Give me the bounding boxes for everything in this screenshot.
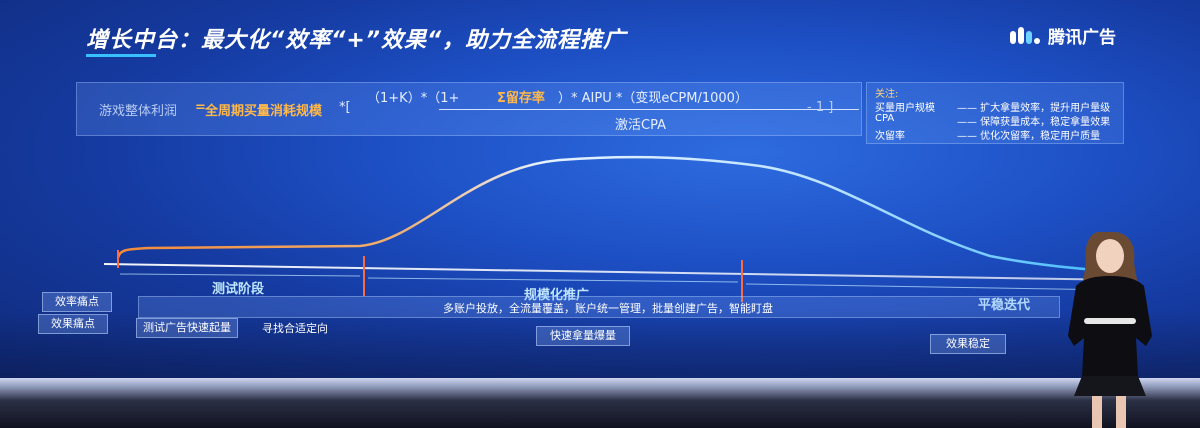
growth-curve <box>116 155 1129 274</box>
presenter-figure <box>1068 232 1152 428</box>
test-fast-volume-chip: 测试广告快速起量 <box>136 318 238 338</box>
efficiency-pain-chip: 效率痛点 <box>42 292 112 312</box>
stage-arrow-scale <box>367 277 739 283</box>
presentation-photo: 增长中台：最大化“效率“+”效果“，助力全流程推广 腾讯广告 游戏整体利润 = … <box>0 0 1200 428</box>
stage-arrow-test <box>119 273 361 277</box>
efficiency-description: 多账户投放，全流量覆盖，账户统一管理，批量创建广告，智能盯盘 <box>443 302 773 315</box>
fast-volume-chip: 快速拿量爆量 <box>536 326 630 346</box>
effect-stable-chip: 效果稳定 <box>930 334 1006 354</box>
stage-floor <box>0 378 1200 428</box>
stage-label-test: 测试阶段 <box>212 282 265 297</box>
effect-pain-chip: 效果痛点 <box>38 314 108 334</box>
find-targeting-label: 寻找合适定向 <box>262 322 328 335</box>
